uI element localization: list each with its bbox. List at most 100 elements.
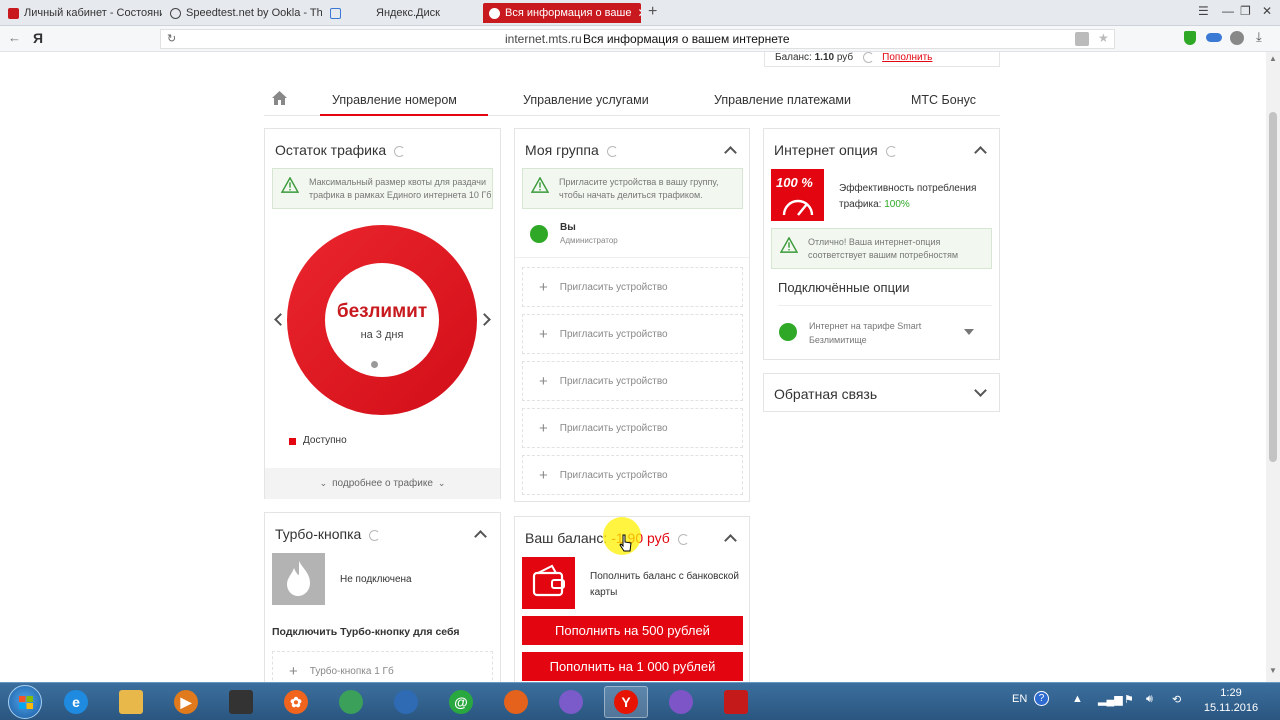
taskbar-app-taskmgr[interactable] [219,686,263,718]
carousel-dot[interactable] [371,361,378,368]
plus-icon: + [539,372,548,390]
app-orange-icon: ✿ [284,690,308,714]
scroll-up-icon[interactable]: ▲ [1269,54,1277,63]
download-icon[interactable]: ⤓ [1256,29,1262,45]
invite-device-item[interactable]: + Пригласить устройство [522,314,743,354]
volume-icon[interactable]: 🔊︎ [1146,693,1153,706]
invite-device-item[interactable]: + Пригласить устройство [522,408,743,448]
refresh-icon[interactable] [369,529,381,541]
sync-tray-icon[interactable]: ⟲ [1172,693,1181,706]
collapse-icon[interactable] [724,146,737,159]
taskbar-app-yandex[interactable]: Y [604,686,648,718]
invite-device-item[interactable]: + Пригласить устройство [522,455,743,495]
taskbar-app-media[interactable]: ▶ [164,686,208,718]
turbo-connect-title: Подключить Турбо-кнопку для себя [272,626,460,638]
tab-speedtest[interactable]: Speedtest.net by Ookla - Th [164,3,322,23]
wallet-card-icon [522,557,575,609]
minimize-icon[interactable]: — [1222,4,1234,18]
taskbar-app-viber[interactable] [659,686,703,718]
tab-yandex-disk[interactable]: Яндекс.Диск [324,3,482,23]
traffic-notice: Максимальный размер квоты для раздачи тр… [272,168,493,209]
taskbar-app-firefox[interactable] [494,686,538,718]
scroll-down-icon[interactable]: ▼ [1269,666,1277,675]
next-arrow-icon[interactable] [478,313,491,326]
option-status-icon [779,323,797,341]
invite-label: Пригласить устройство [559,328,668,340]
internet-option-card: Интернет опция 100 % Эффективность потре… [763,128,1000,360]
taskbar-app-thunderbird[interactable] [384,686,428,718]
tab-lk[interactable]: Личный кабинет - Состояни [2,3,162,23]
reload-icon[interactable]: ↻ [167,32,176,45]
collapse-icon[interactable] [974,146,987,159]
tray-expand-icon[interactable]: ▲ [1072,693,1083,705]
chrome-icon [339,690,363,714]
divider [778,305,992,306]
connected-option-item[interactable]: Интернет на тарифе Smart Безлимитище [764,311,999,355]
close-tab-icon[interactable]: ✕ [631,6,641,20]
nav-mts-bonus[interactable]: МТС Бонус [911,93,976,107]
topup-500-button[interactable]: Пополнить на 500 рублей [522,616,743,645]
header-topup-link[interactable]: Пополнить [882,52,932,63]
globe-icon[interactable] [1230,31,1244,45]
taskbar-app-ie[interactable]: e [54,686,98,718]
close-window-icon[interactable]: ✕ [1262,4,1272,18]
invite-device-item[interactable]: + Пригласить устройство [522,267,743,307]
start-button[interactable] [8,685,42,719]
refresh-icon[interactable] [863,52,875,63]
mouse-pointer-icon [619,534,632,552]
clock[interactable]: 1:29 15.11.2016 [1196,686,1266,716]
home-icon[interactable] [272,91,287,105]
notice-text: Максимальный размер квоты для раздачи тр… [309,176,491,202]
nav-manage-number[interactable]: Управление номером [320,93,488,116]
feedback-card[interactable]: Обратная связь [763,373,1000,412]
taskbar-app-chrome[interactable] [329,686,373,718]
menu-icon[interactable]: ☰ [1198,4,1209,18]
bookmark-star-icon[interactable]: ★ [1098,31,1109,45]
network-signal-icon[interactable]: ▂▄▆ [1098,693,1123,706]
nav-manage-payments[interactable]: Управление платежами [714,93,851,107]
url-field[interactable]: ↻ internet.mts.ru Вся информация о вашем… [160,29,1115,49]
expand-icon[interactable] [974,384,987,397]
topup-text-line: Пополнить баланс с банковской [590,571,740,582]
traffic-more-bar[interactable]: ⌄ подробнее о трафике ⌄ [265,468,500,499]
refresh-icon[interactable] [606,145,618,157]
language-indicator[interactable]: EN [1012,693,1027,705]
protect-icon[interactable] [1075,32,1089,46]
yandex-logo-icon[interactable]: Я [33,30,43,46]
taskbar-app-mail-at[interactable]: @ [439,686,483,718]
taskbar-app-pdf[interactable] [714,686,758,718]
taskbar-app-explorer[interactable] [109,686,153,718]
flag-tray-icon[interactable]: ⚑ [1124,693,1134,706]
tab-mts-internet[interactable]: Вся информация о ваше ✕ [483,3,641,23]
restore-icon[interactable]: ❐ [1240,4,1251,18]
divider [515,257,749,258]
topup-1000-button[interactable]: Пополнить на 1 000 рублей [522,652,743,681]
turbo-option-item[interactable]: + Турбо-кнопка 1 Гб [272,651,493,682]
notice-text: Отлично! Ваша интернет-опция соответству… [808,236,958,262]
plus-icon: + [539,278,548,296]
back-icon[interactable]: ← [8,30,21,45]
pdf-icon [724,690,748,714]
dropdown-caret-icon[interactable] [964,329,974,335]
invite-device-item[interactable]: + Пригласить устройство [522,361,743,401]
ie-icon: e [64,690,88,714]
collapse-icon[interactable] [474,530,487,543]
shield-icon[interactable] [1184,31,1196,45]
page-scrollbar[interactable]: ▲ ▼ [1266,52,1280,682]
scroll-thumb[interactable] [1269,112,1277,462]
card-title-text: Интернет опция [774,142,878,158]
refresh-icon[interactable] [677,533,689,545]
taskbar-app-app-orange[interactable]: ✿ [274,686,318,718]
help-icon[interactable]: ? [1034,691,1049,706]
taskbar-app-app-purple[interactable] [549,686,593,718]
cloud-icon[interactable] [1206,33,1222,42]
new-tab-icon[interactable]: + [648,3,657,21]
tab-label: Вся информация о ваше [505,7,632,19]
bank-card-topup-text[interactable]: Пополнить баланс с банковской карты [590,569,739,601]
collapse-icon[interactable] [724,534,737,547]
header-balance: Баланс: 1.10 руб Пополнить [764,52,1000,67]
header-balance-unit: руб [836,52,854,63]
refresh-icon[interactable] [885,145,897,157]
refresh-icon[interactable] [394,145,406,157]
nav-manage-services[interactable]: Управление услугами [523,93,649,107]
